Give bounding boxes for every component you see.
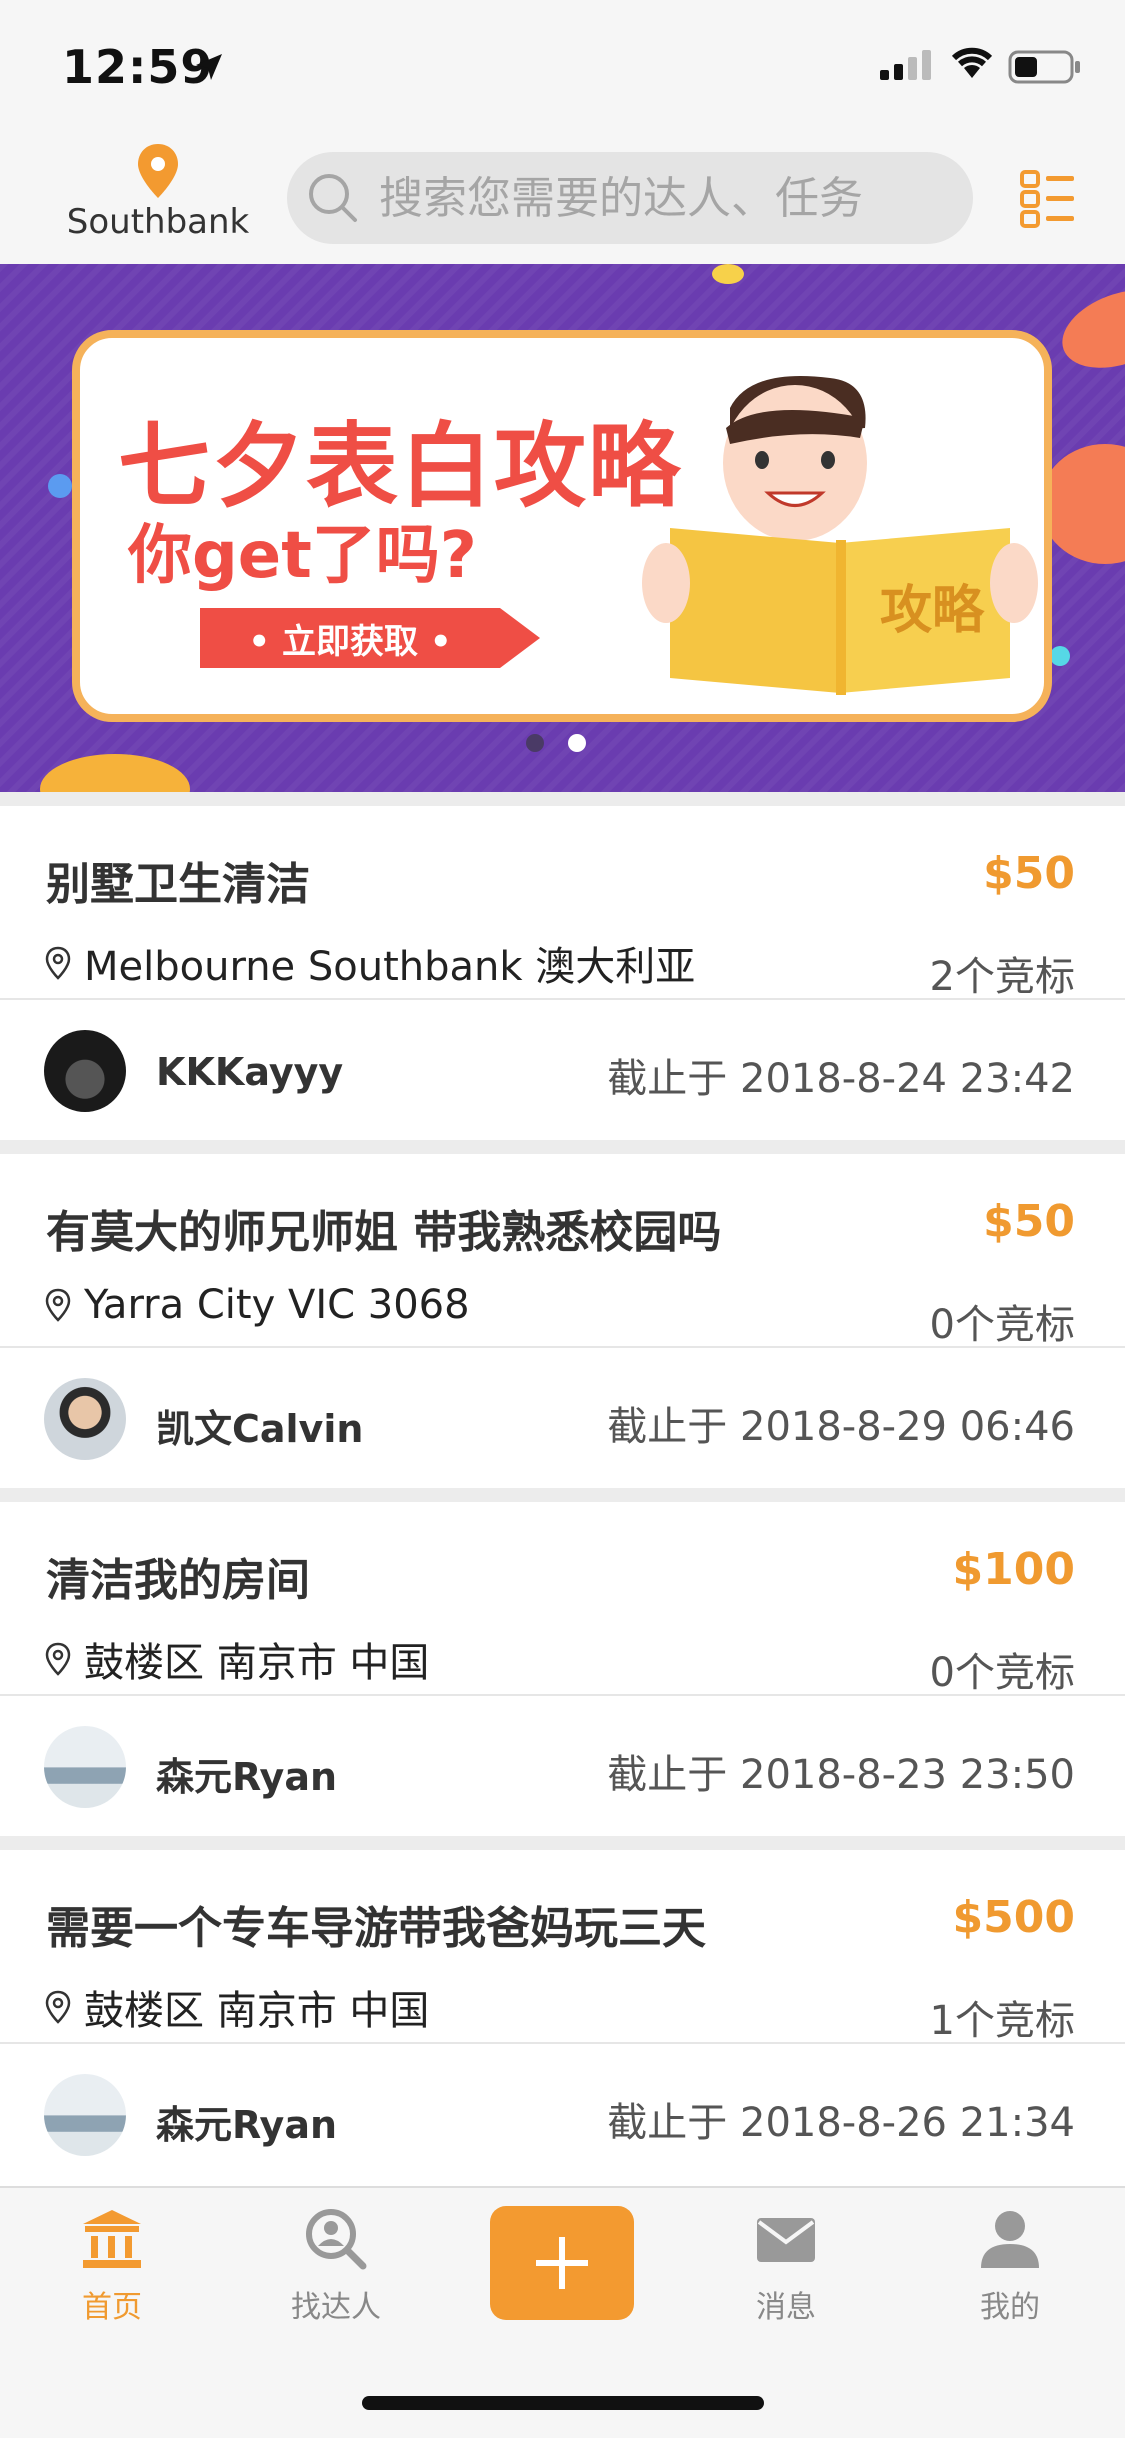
mail-icon <box>757 2218 815 2262</box>
task-price: $50 <box>983 848 1075 899</box>
task-bids: 2个竞标 <box>929 954 1075 1000</box>
task-title: 需要一个专车导游带我爸妈玩三天 <box>46 1903 706 1954</box>
tab-label: 我的 <box>980 2290 1040 2325</box>
task-card[interactable]: 有莫大的师兄师姐 带我熟悉校园吗 $50 Yarra City VIC 3068… <box>0 1154 1125 1488</box>
task-price: $100 <box>952 1544 1075 1595</box>
location-outline-icon <box>45 946 71 980</box>
top-header: Southbank <box>0 132 1125 266</box>
search-person-icon <box>306 2209 367 2270</box>
location-arrow-icon <box>196 54 222 80</box>
task-location: 鼓楼区 南京市 中国 <box>44 1978 429 2036</box>
task-location-text: Yarra City VIC 3068 <box>84 1282 470 1328</box>
task-location-text: 鼓楼区 南京市 中国 <box>84 1988 430 2034</box>
search-icon <box>309 174 357 222</box>
task-bids: 1个竞标 <box>929 1998 1075 2044</box>
task-deadline: 截止于 2018-8-29 06:46 <box>607 1404 1075 1450</box>
task-location-text: 鼓楼区 南京市 中国 <box>84 1640 430 1686</box>
carousel-dot[interactable] <box>526 734 544 752</box>
cellular-signal-icon <box>880 50 931 80</box>
avatar[interactable] <box>44 2074 126 2156</box>
avatar[interactable] <box>44 1726 126 1808</box>
promo-banner[interactable]: 七夕表白攻略 你get了吗? • 立即获取 • 攻略 <box>0 264 1125 792</box>
tab-me[interactable]: 我的 <box>940 2208 1080 2326</box>
task-location-text: Melbourne Southbank 澳大利亚 <box>84 944 696 990</box>
search-input[interactable] <box>377 171 941 225</box>
task-bids: 0个竞标 <box>929 1302 1075 1348</box>
tab-home[interactable]: 首页 <box>42 2208 182 2326</box>
banner-card: 七夕表白攻略 你get了吗? • 立即获取 • 攻略 <box>72 330 1052 722</box>
book-label: 攻略 <box>880 581 985 641</box>
task-price: $50 <box>983 1196 1075 1247</box>
task-deadline: 截止于 2018-8-26 21:34 <box>607 2100 1075 2146</box>
location-pin-icon <box>138 144 178 198</box>
list-menu-icon[interactable] <box>1020 168 1076 228</box>
decor-blob <box>48 474 72 498</box>
task-price: $500 <box>952 1892 1075 1943</box>
wifi-icon <box>951 47 993 78</box>
avatar[interactable] <box>44 1030 126 1112</box>
user-icon <box>981 2211 1039 2268</box>
task-location: Melbourne Southbank 澳大利亚 <box>44 934 695 992</box>
tab-messages[interactable]: 消息 <box>716 2208 856 2326</box>
location-label: Southbank <box>66 202 250 242</box>
tab-label: 消息 <box>756 2290 816 2325</box>
carousel-dot-active[interactable] <box>568 734 586 752</box>
home-icon <box>83 2210 141 2268</box>
add-task-button[interactable] <box>490 2206 634 2320</box>
search-bar[interactable] <box>287 152 973 244</box>
location-outline-icon <box>45 1288 71 1322</box>
status-bar: 12:59 <box>0 0 1125 132</box>
tab-find-talent[interactable]: 找达人 <box>266 2208 406 2326</box>
reading-man-illustration: 攻略 <box>642 376 1038 695</box>
task-location: Yarra City VIC 3068 <box>44 1282 470 1328</box>
task-deadline: 截止于 2018-8-23 23:50 <box>607 1752 1075 1798</box>
decor-blob <box>1050 646 1070 666</box>
task-list: 别墅卫生清洁 $50 Melbourne Southbank 澳大利亚 2个竞标… <box>0 792 1125 2184</box>
task-card[interactable]: 需要一个专车导游带我爸妈玩三天 $500 鼓楼区 南京市 中国 1个竞标 森元R… <box>0 1850 1125 2184</box>
banner-cta-arrow <box>500 608 540 668</box>
home-indicator <box>362 2396 764 2410</box>
task-card[interactable]: 别墅卫生清洁 $50 Melbourne Southbank 澳大利亚 2个竞标… <box>0 806 1125 1140</box>
task-location: 鼓楼区 南京市 中国 <box>44 1630 429 1688</box>
banner-subtitle: 你get了吗? <box>128 519 477 593</box>
user-name[interactable]: 森元Ryan <box>156 1746 337 1801</box>
tab-label: 找达人 <box>291 2290 381 2325</box>
battery-icon <box>1008 50 1080 84</box>
user-name[interactable]: 凯文Calvin <box>156 1398 363 1453</box>
task-card[interactable]: 清洁我的房间 $100 鼓楼区 南京市 中国 0个竞标 森元Ryan 截止于 2… <box>0 1502 1125 1836</box>
avatar[interactable] <box>44 1378 126 1460</box>
location-outline-icon <box>45 1990 71 2024</box>
location-outline-icon <box>45 1642 71 1676</box>
user-name[interactable]: 森元Ryan <box>156 2094 337 2149</box>
task-title: 别墅卫生清洁 <box>46 859 310 910</box>
banner-cta-button[interactable]: • 立即获取 • <box>200 608 500 668</box>
decor-blob <box>712 264 744 284</box>
tab-label: 首页 <box>82 2290 142 2325</box>
status-time: 12:59 <box>62 40 214 94</box>
location-selector[interactable]: Southbank <box>60 144 256 242</box>
carousel-dots <box>526 734 586 752</box>
task-bids: 0个竞标 <box>929 1650 1075 1696</box>
task-title: 清洁我的房间 <box>46 1555 310 1606</box>
user-name[interactable]: KKKayyy <box>156 1050 343 1094</box>
task-deadline: 截止于 2018-8-24 23:42 <box>607 1056 1075 1102</box>
plus-icon <box>536 2237 588 2289</box>
task-title: 有莫大的师兄师姐 带我熟悉校园吗 <box>46 1207 722 1258</box>
